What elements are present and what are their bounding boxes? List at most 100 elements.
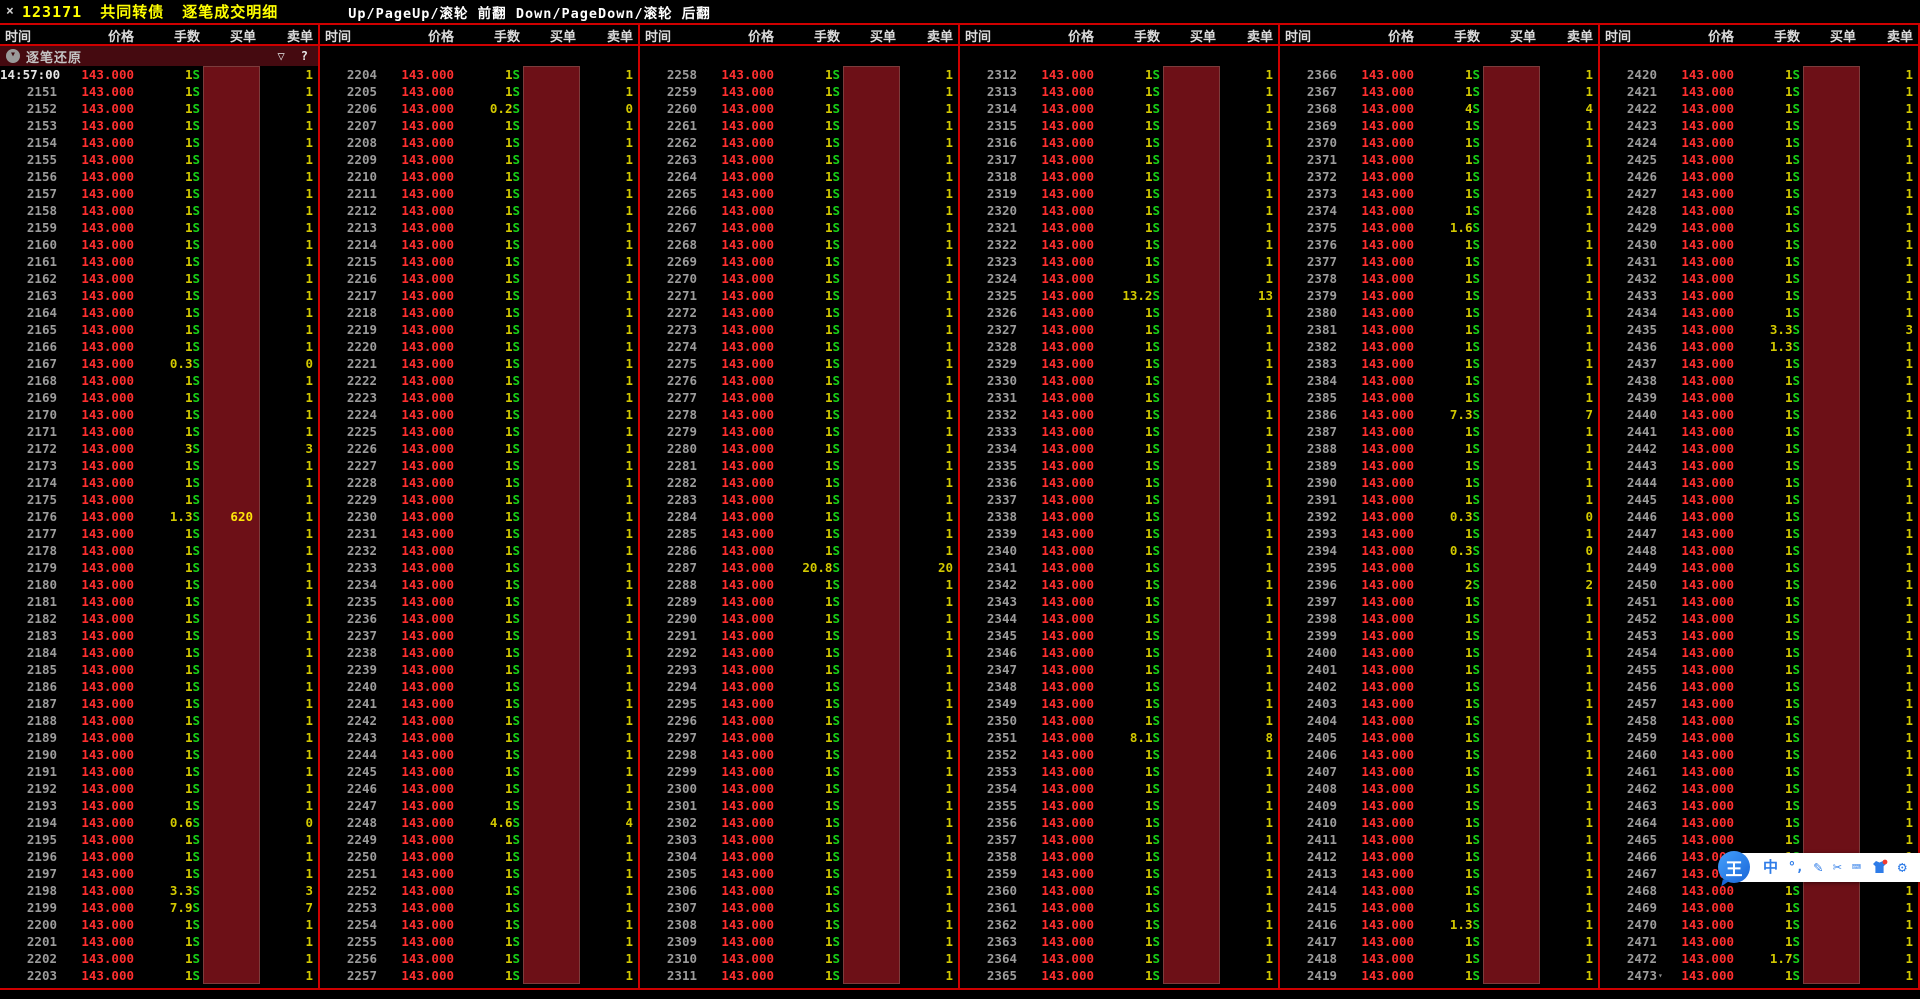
tick-row[interactable]: 2399 143.000 1S 1 bbox=[1280, 627, 1598, 644]
tick-row[interactable]: 2435 143.000 3.3S 3 bbox=[1600, 321, 1918, 338]
tick-row[interactable]: 2356 143.000 1S 1 bbox=[960, 814, 1278, 831]
tick-row[interactable]: 2400 143.000 1S 1 bbox=[1280, 644, 1598, 661]
tick-row[interactable]: 2166 143.000 1S 1 bbox=[0, 338, 318, 355]
tick-row[interactable]: 14:57:00 143.000 1S 1 bbox=[0, 66, 318, 83]
tick-row[interactable]: 2234 143.000 1S 1 bbox=[320, 576, 638, 593]
tick-row[interactable]: 2195 143.000 1S 1 bbox=[0, 831, 318, 848]
tick-row[interactable]: 2180 143.000 1S 1 bbox=[0, 576, 318, 593]
tick-row[interactable]: 2235 143.000 1S 1 bbox=[320, 593, 638, 610]
tick-row[interactable]: 2250 143.000 1S 1 bbox=[320, 848, 638, 865]
tick-row[interactable]: 2277 143.000 1S 1 bbox=[640, 389, 958, 406]
tick-row[interactable]: 2370 143.000 1S 1 bbox=[1280, 134, 1598, 151]
tick-row[interactable]: 2209 143.000 1S 1 bbox=[320, 151, 638, 168]
tick-row[interactable]: 2213 143.000 1S 1 bbox=[320, 219, 638, 236]
tick-row[interactable]: 2282 143.000 1S 1 bbox=[640, 474, 958, 491]
tick-row[interactable]: 2260 143.000 1S 1 bbox=[640, 100, 958, 117]
tick-row[interactable]: 2381 143.000 1S 1 bbox=[1280, 321, 1598, 338]
tick-row[interactable]: 2204 143.000 1S 1 bbox=[320, 66, 638, 83]
tick-row[interactable]: 2241 143.000 1S 1 bbox=[320, 695, 638, 712]
ime-toolbar[interactable]: 王 中 °, ✎ ✂ ⌨ ⚙ bbox=[1718, 851, 1920, 883]
tick-row[interactable]: 2200 143.000 1S 1 bbox=[0, 916, 318, 933]
tick-row[interactable]: 2436 143.000 1.3S 1 bbox=[1600, 338, 1918, 355]
tick-row[interactable]: 2328 143.000 1S 1 bbox=[960, 338, 1278, 355]
tick-row[interactable]: 2224 143.000 1S 1 bbox=[320, 406, 638, 423]
help-icon[interactable]: ? bbox=[301, 49, 308, 63]
tick-row[interactable]: 2469 143.000 1S 1 bbox=[1600, 899, 1918, 916]
tick-row[interactable]: 2334 143.000 1S 1 bbox=[960, 440, 1278, 457]
tick-row[interactable]: 2194 143.000 0.6S 0 bbox=[0, 814, 318, 831]
tick-row[interactable]: 2240 143.000 1S 1 bbox=[320, 678, 638, 695]
tick-row[interactable]: 2181 143.000 1S 1 bbox=[0, 593, 318, 610]
tick-row[interactable]: 2390 143.000 1S 1 bbox=[1280, 474, 1598, 491]
tick-row[interactable]: 2391 143.000 1S 1 bbox=[1280, 491, 1598, 508]
tick-row[interactable]: 2261 143.000 1S 1 bbox=[640, 117, 958, 134]
tick-row[interactable]: 2329 143.000 1S 1 bbox=[960, 355, 1278, 372]
tick-row[interactable]: 2155 143.000 1S 1 bbox=[0, 151, 318, 168]
tick-row[interactable]: 2342 143.000 1S 1 bbox=[960, 576, 1278, 593]
tick-row[interactable]: 2368 143.000 4S 4 bbox=[1280, 100, 1598, 117]
tick-row[interactable]: 2369 143.000 1S 1 bbox=[1280, 117, 1598, 134]
tick-row[interactable]: 2285 143.000 1S 1 bbox=[640, 525, 958, 542]
tick-restore-bar[interactable]: ▾ 逐笔还原 ▽? bbox=[0, 46, 318, 66]
tick-row[interactable]: 2306 143.000 1S 1 bbox=[640, 882, 958, 899]
tick-row[interactable]: 2470 143.000 1S 1 bbox=[1600, 916, 1918, 933]
tick-row[interactable]: 2416 143.000 1.3S 1 bbox=[1280, 916, 1598, 933]
tick-row[interactable]: 2353 143.000 1S 1 bbox=[960, 763, 1278, 780]
tick-row[interactable]: 2407 143.000 1S 1 bbox=[1280, 763, 1598, 780]
tick-row[interactable]: 2159 143.000 1S 1 bbox=[0, 219, 318, 236]
tick-row[interactable]: 2341 143.000 1S 1 bbox=[960, 559, 1278, 576]
tick-row[interactable]: 2429 143.000 1S 1 bbox=[1600, 219, 1918, 236]
tick-row[interactable]: 2255 143.000 1S 1 bbox=[320, 933, 638, 950]
tick-row[interactable]: 2422 143.000 1S 1 bbox=[1600, 100, 1918, 117]
tick-row[interactable]: 2441 143.000 1S 1 bbox=[1600, 423, 1918, 440]
tick-row[interactable]: 2227 143.000 1S 1 bbox=[320, 457, 638, 474]
tick-row[interactable]: 2205 143.000 1S 1 bbox=[320, 83, 638, 100]
tick-row[interactable]: 2363 143.000 1S 1 bbox=[960, 933, 1278, 950]
tick-row[interactable]: 2347 143.000 1S 1 bbox=[960, 661, 1278, 678]
tick-row[interactable]: 2196 143.000 1S 1 bbox=[0, 848, 318, 865]
tick-row[interactable]: 2431 143.000 1S 1 bbox=[1600, 253, 1918, 270]
tick-row[interactable]: 2409 143.000 1S 1 bbox=[1280, 797, 1598, 814]
tick-row[interactable]: 2239 143.000 1S 1 bbox=[320, 661, 638, 678]
tick-row[interactable]: 2386 143.000 7.3S 7 bbox=[1280, 406, 1598, 423]
tick-row[interactable]: 2163 143.000 1S 1 bbox=[0, 287, 318, 304]
tick-row[interactable]: 2295 143.000 1S 1 bbox=[640, 695, 958, 712]
tick-row[interactable]: 2398 143.000 1S 1 bbox=[1280, 610, 1598, 627]
tick-row[interactable]: 2335 143.000 1S 1 bbox=[960, 457, 1278, 474]
tick-row[interactable]: 2164 143.000 1S 1 bbox=[0, 304, 318, 321]
tick-row[interactable]: 2452 143.000 1S 1 bbox=[1600, 610, 1918, 627]
tick-row[interactable]: 2464 143.000 1S 1 bbox=[1600, 814, 1918, 831]
tick-row[interactable]: 2266 143.000 1S 1 bbox=[640, 202, 958, 219]
tick-row[interactable]: 2321 143.000 1S 1 bbox=[960, 219, 1278, 236]
tick-row[interactable]: 2296 143.000 1S 1 bbox=[640, 712, 958, 729]
tick-row[interactable]: 2217 143.000 1S 1 bbox=[320, 287, 638, 304]
tick-row[interactable]: 2373 143.000 1S 1 bbox=[1280, 185, 1598, 202]
tick-row[interactable]: 2152 143.000 1S 1 bbox=[0, 100, 318, 117]
tick-row[interactable]: 2203 143.000 1S 1 bbox=[0, 967, 318, 984]
tick-row[interactable]: 2404 143.000 1S 1 bbox=[1280, 712, 1598, 729]
tick-row[interactable]: 2333 143.000 1S 1 bbox=[960, 423, 1278, 440]
tick-row[interactable]: 2423 143.000 1S 1 bbox=[1600, 117, 1918, 134]
tick-row[interactable]: 2357 143.000 1S 1 bbox=[960, 831, 1278, 848]
tick-row[interactable]: 2315 143.000 1S 1 bbox=[960, 117, 1278, 134]
tick-row[interactable]: 2402 143.000 1S 1 bbox=[1280, 678, 1598, 695]
tick-row[interactable]: 2186 143.000 1S 1 bbox=[0, 678, 318, 695]
tick-row[interactable]: 2377 143.000 1S 1 bbox=[1280, 253, 1598, 270]
tick-row[interactable]: 2170 143.000 1S 1 bbox=[0, 406, 318, 423]
tick-row[interactable]: 2226 143.000 1S 1 bbox=[320, 440, 638, 457]
tick-row[interactable]: 2451 143.000 1S 1 bbox=[1600, 593, 1918, 610]
tick-row[interactable]: 2249 143.000 1S 1 bbox=[320, 831, 638, 848]
tick-row[interactable]: 2242 143.000 1S 1 bbox=[320, 712, 638, 729]
tick-row[interactable]: 2187 143.000 1S 1 bbox=[0, 695, 318, 712]
tick-row[interactable]: 2427 143.000 1S 1 bbox=[1600, 185, 1918, 202]
tick-row[interactable]: 2154 143.000 1S 1 bbox=[0, 134, 318, 151]
tick-row[interactable]: 2269 143.000 1S 1 bbox=[640, 253, 958, 270]
ime-logo-icon[interactable]: 王 bbox=[1718, 851, 1750, 883]
tick-row[interactable]: 2446 143.000 1S 1 bbox=[1600, 508, 1918, 525]
tick-row[interactable]: 2289 143.000 1S 1 bbox=[640, 593, 958, 610]
tick-row[interactable]: 2388 143.000 1S 1 bbox=[1280, 440, 1598, 457]
tick-row[interactable]: 2442 143.000 1S 1 bbox=[1600, 440, 1918, 457]
tick-row[interactable]: 2472 143.000 1.7S 1 bbox=[1600, 950, 1918, 967]
tick-row[interactable]: 2378 143.000 1S 1 bbox=[1280, 270, 1598, 287]
tick-row[interactable]: 2317 143.000 1S 1 bbox=[960, 151, 1278, 168]
